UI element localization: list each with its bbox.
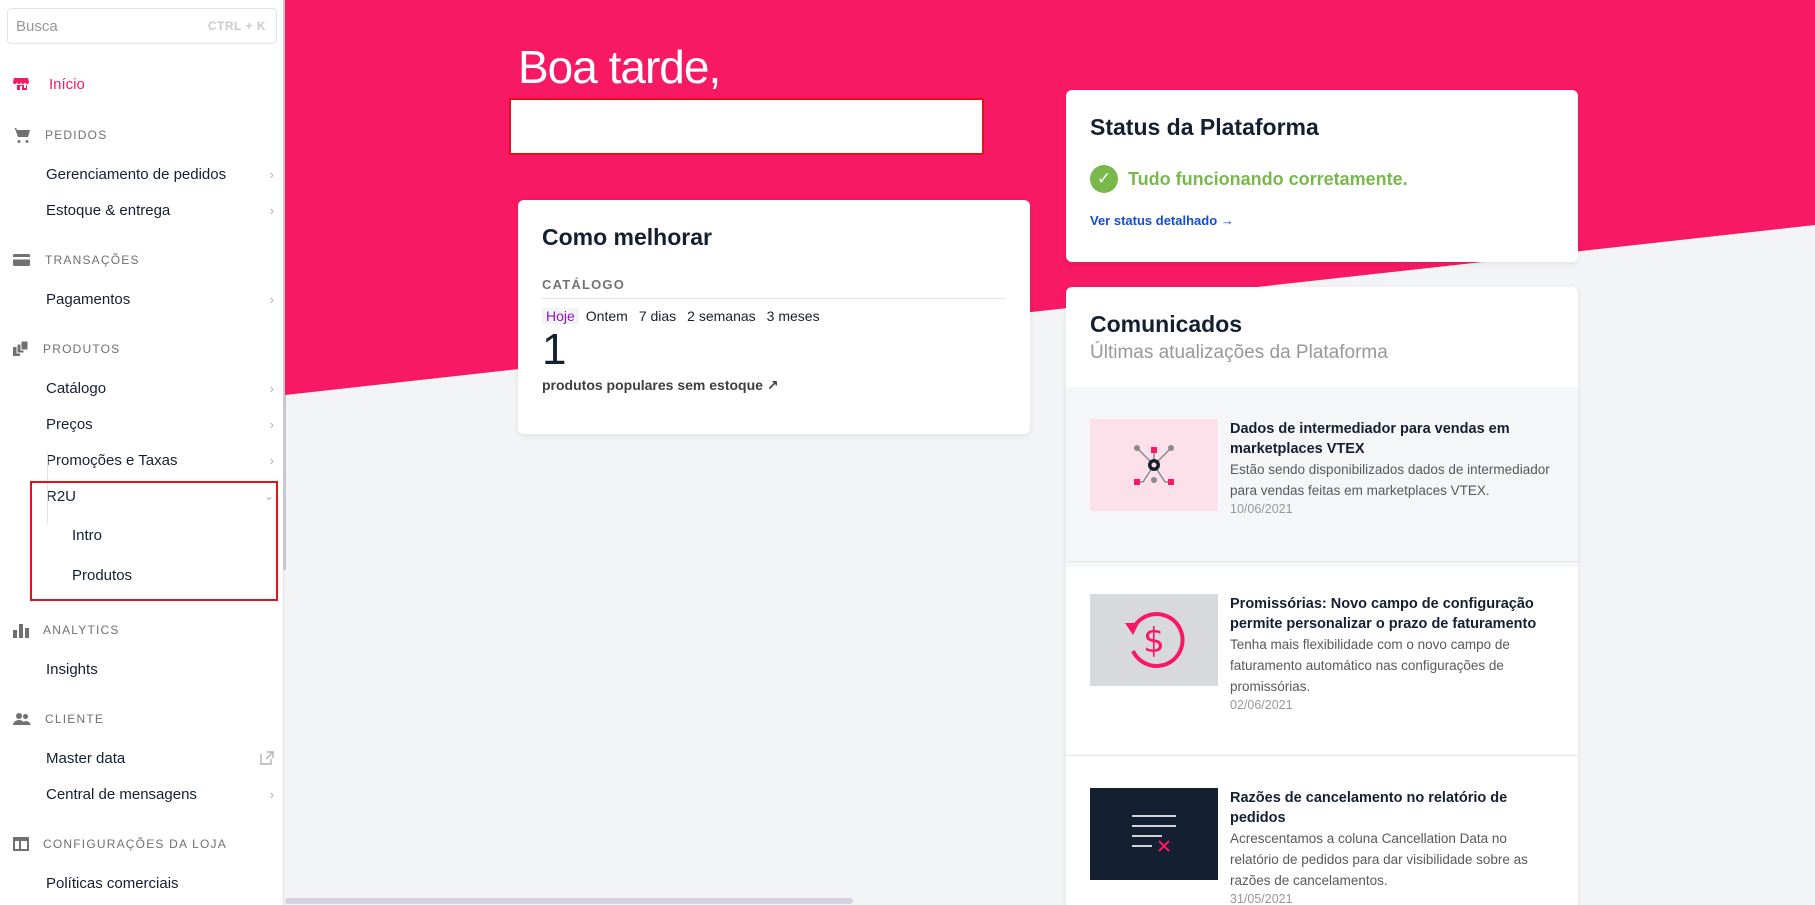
- svg-text:$: $: [1143, 621, 1165, 661]
- credit-card-icon: [13, 254, 30, 266]
- news-date: 31/05/2021: [1230, 892, 1293, 905]
- tab-3-meses[interactable]: 3 meses: [763, 308, 824, 324]
- store-icon: [13, 78, 29, 90]
- sidebar-item-central[interactable]: Central de mensagens ›: [46, 780, 274, 808]
- sidebar-item-home[interactable]: Início: [13, 72, 85, 96]
- sidebar-item-catalogo[interactable]: Catálogo ›: [46, 374, 274, 402]
- platform-status-card: Status da Plataforma ✓ Tudo funcionando …: [1066, 90, 1578, 262]
- user-name-box: [509, 98, 984, 155]
- sidebar-item-promocoes[interactable]: Promoções e Taxas ›: [46, 446, 274, 474]
- section-config-label: CONFIGURAÇÕES DA LOJA: [43, 837, 227, 851]
- announcements-subtitle: Últimas atualizações da Plataforma: [1090, 342, 1388, 363]
- chevron-right-icon: ›: [269, 380, 274, 396]
- status-indicator: ✓ Tudo funcionando corretamente.: [1090, 165, 1554, 193]
- news-description: Tenha mais flexibilidade com o novo camp…: [1230, 637, 1510, 694]
- layout-icon: [13, 837, 29, 851]
- announcements-title: Comunicados: [1090, 311, 1243, 337]
- tab-hoje[interactable]: Hoje: [542, 308, 579, 324]
- improve-title: Como melhorar: [542, 224, 712, 250]
- catalog-section-label: CATÁLOGO: [542, 277, 1006, 299]
- section-transacoes-label: TRANSAÇÕES: [45, 253, 140, 267]
- news-date: 02/06/2021: [1230, 698, 1293, 712]
- section-analytics: ANALYTICS: [13, 620, 120, 640]
- chevron-right-icon: ›: [269, 202, 274, 218]
- sidebar-item-gerenciamento[interactable]: Gerenciamento de pedidos ›: [46, 160, 274, 188]
- section-config: CONFIGURAÇÕES DA LOJA: [13, 834, 227, 854]
- sidebar-item-master-data[interactable]: Master data: [46, 744, 274, 772]
- sidebar-item-precos[interactable]: Preços ›: [46, 410, 274, 438]
- check-icon: ✓: [1090, 165, 1118, 193]
- tab-2-semanas[interactable]: 2 semanas: [683, 308, 759, 324]
- news-date: 10/06/2021: [1230, 502, 1293, 516]
- chevron-right-icon: ›: [269, 452, 274, 468]
- section-pedidos-label: PEDIDOS: [45, 128, 108, 142]
- chevron-right-icon: ›: [269, 416, 274, 432]
- section-cliente: CLIENTE: [13, 709, 104, 729]
- status-details-link[interactable]: Ver status detalhado →: [1090, 213, 1554, 228]
- tab-ontem[interactable]: Ontem: [582, 308, 632, 324]
- sidebar-item-label: Políticas comerciais: [46, 874, 179, 892]
- sidebar-item-label: Preços: [46, 415, 93, 433]
- sidebar-item-estoque[interactable]: Estoque & entrega ›: [46, 196, 274, 224]
- news-title: Dados de intermediador para vendas em ma…: [1230, 421, 1510, 457]
- horizontal-scrollbar[interactable]: [285, 898, 853, 904]
- tab-7-dias[interactable]: 7 dias: [635, 308, 680, 324]
- news-item[interactable]: Razões de cancelamento no relatório de p…: [1066, 755, 1578, 905]
- sidebar-item-insights[interactable]: Insights: [46, 655, 274, 683]
- external-link-icon: [260, 751, 274, 765]
- sidebar-item-label: Catálogo: [46, 379, 107, 397]
- news-description: Acrescentamos a coluna Cancellation Data…: [1230, 831, 1528, 888]
- news-title: Razões de cancelamento no relatório de p…: [1230, 790, 1508, 826]
- chevron-right-icon: ›: [269, 166, 274, 182]
- section-transacoes: TRANSAÇÕES: [13, 250, 140, 270]
- sidebar-item-label: Master data: [46, 749, 126, 767]
- period-tabs: Hoje Ontem 7 dias 2 semanas 3 meses: [542, 308, 1006, 324]
- announcements-header: Comunicados Últimas atualizações da Plat…: [1066, 287, 1578, 386]
- search-shortcut: CTRL + K: [207, 19, 266, 33]
- sidebar-item-label: Pagamentos: [46, 290, 131, 308]
- popular-out-of-stock-link[interactable]: produtos populares sem estoque ↗: [542, 377, 1006, 394]
- news-description: Estão sendo disponibilizados dados de in…: [1230, 462, 1550, 498]
- section-analytics-label: ANALYTICS: [43, 623, 120, 637]
- sidebar-item-label: Promoções e Taxas: [46, 451, 178, 469]
- sidebar-item-home-label: Início: [49, 75, 85, 93]
- sidebar-item-label: Estoque & entrega: [46, 201, 171, 219]
- out-of-stock-count: 1: [542, 325, 567, 374]
- section-produtos-label: PRODUTOS: [43, 342, 121, 356]
- chevron-right-icon: ›: [269, 291, 274, 307]
- sidebar-item-label: Central de mensagens: [46, 785, 197, 803]
- highlight-box: [30, 481, 278, 601]
- search-input[interactable]: Busca CTRL + K: [7, 8, 277, 44]
- status-text: Tudo funcionando corretamente.: [1128, 168, 1408, 189]
- cancel-list-icon: [1090, 788, 1218, 880]
- sidebar-item-label: Gerenciamento de pedidos: [46, 165, 227, 183]
- users-icon: [13, 713, 31, 725]
- sidebar-item-politicas[interactable]: Políticas comerciais: [46, 869, 274, 897]
- improve-card: Como melhorar CATÁLOGO Hoje Ontem 7 dias…: [518, 200, 1030, 434]
- news-item[interactable]: Dados de intermediador para vendas em ma…: [1066, 387, 1578, 567]
- sidebar-item-pagamentos[interactable]: Pagamentos ›: [46, 285, 274, 313]
- greeting-title: Boa tarde,: [518, 41, 721, 93]
- dollar-refresh-icon: $: [1090, 594, 1218, 686]
- chevron-right-icon: ›: [269, 786, 274, 802]
- products-icon: [13, 341, 29, 356]
- cart-icon: [13, 128, 30, 143]
- section-cliente-label: CLIENTE: [45, 712, 105, 726]
- news-item[interactable]: $ Promissórias: Novo campo de configuraç…: [1066, 561, 1578, 741]
- news-title: Promissórias: Novo campo de configuração…: [1230, 596, 1537, 632]
- section-produtos: PRODUTOS: [13, 339, 120, 359]
- search-placeholder: Busca: [16, 17, 58, 35]
- status-title: Status da Plataforma: [1090, 114, 1319, 140]
- intermediary-icon: [1090, 419, 1218, 511]
- sidebar: Busca CTRL + K Início PEDIDOS Gerenciame…: [0, 0, 284, 905]
- announcements-card: Comunicados Últimas atualizações da Plat…: [1066, 287, 1578, 905]
- bar-chart-icon: [13, 624, 29, 638]
- sidebar-item-label: Insights: [46, 660, 98, 678]
- section-pedidos: PEDIDOS: [13, 125, 107, 145]
